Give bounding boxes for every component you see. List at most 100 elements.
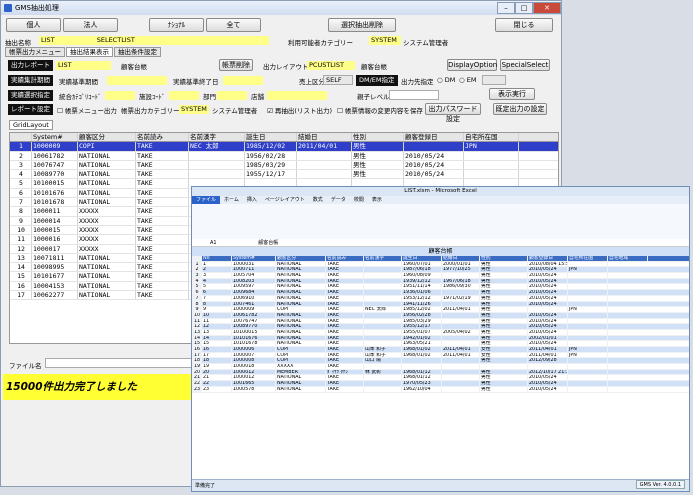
grid-cell[interactable] <box>464 170 519 179</box>
sheet-cell[interactable]: 男性 <box>480 324 528 329</box>
grid-cell[interactable]: TAKE <box>136 281 189 291</box>
sheet-cell[interactable]: 1000031 <box>232 261 276 267</box>
grid-cell[interactable]: XXXXX <box>78 235 136 244</box>
sheet-cell[interactable] <box>364 312 402 318</box>
grid-cell[interactable]: XXXXX <box>78 216 136 225</box>
sheet-cell[interactable]: NATIONAL <box>276 324 326 329</box>
grid-cell[interactable]: 17 <box>10 291 32 300</box>
sheet-cell[interactable]: TAKE <box>326 307 364 312</box>
sheet-cell[interactable]: 1986/09/30 <box>442 284 480 290</box>
sheet-cell[interactable] <box>442 369 480 375</box>
sheet-cell[interactable]: 10101678 <box>232 341 276 346</box>
grid-cell[interactable]: 男性 <box>352 142 404 151</box>
sheet-cell[interactable]: NATIONAL <box>276 381 326 386</box>
sheet-cell[interactable]: 6 <box>202 290 232 295</box>
sheet-cell[interactable]: 4 <box>192 278 202 284</box>
sheet-cell[interactable]: 18 <box>192 358 202 364</box>
table-row[interactable]: 3 10076747 NATIONAL TAKE 1985/03/29 男性 2010/05… <box>10 160 558 171</box>
sheet-cell[interactable]: NATIONAL <box>276 375 326 381</box>
maximize-button[interactable]: □ <box>515 2 533 14</box>
sheet-cell[interactable]: 13 <box>192 329 202 335</box>
table-row[interactable]: 1 1000009 COPI TAKE NEC 太郎 1985/12/02 2011/04/… <box>10 142 558 152</box>
sheet-cell[interactable]: 11 <box>192 318 202 324</box>
excel-tab[interactable]: 挿入 <box>243 196 261 204</box>
formula-content[interactable]: 顧客台帳 <box>218 240 278 246</box>
grid-layout-tab[interactable]: GridLayout <box>9 120 53 130</box>
grid-cell[interactable]: 2010/05/24 <box>404 160 464 170</box>
display-option-button[interactable]: DisplayOption <box>447 59 497 71</box>
close-window-button[interactable]: ✕ <box>533 2 561 14</box>
grid-cell[interactable]: 1000016 <box>32 235 78 244</box>
sheet-cell[interactable]: 2011/04/01 <box>528 352 568 358</box>
taskbar-button[interactable]: GMS Ver. 4.0.0.1 <box>635 480 685 489</box>
sheet-cell[interactable]: 5 <box>192 284 202 290</box>
personal-button[interactable]: 個人 <box>6 18 61 32</box>
grid-cell[interactable]: 10076747 <box>32 160 78 170</box>
sheet-cell[interactable]: TAKE <box>326 364 364 369</box>
table-row[interactable]: 4 10089770 NATIONAL TAKE 1955/12/17 男性 2010/05… <box>10 170 558 180</box>
excel-tab[interactable]: データ <box>327 196 350 204</box>
sheet-cell[interactable]: NATIONAL <box>276 267 326 273</box>
sheet-cell[interactable]: 1005704 <box>232 273 276 278</box>
sheet-cell[interactable] <box>442 341 480 346</box>
sheet-cell[interactable] <box>364 267 402 273</box>
sheet-cell[interactable]: 2010/05/24 <box>528 381 568 386</box>
grid-cell[interactable] <box>189 160 245 170</box>
sheet-cell[interactable]: 5 <box>202 284 232 290</box>
grid-cell[interactable]: TAKE <box>136 235 189 244</box>
sheet-cell[interactable]: 12 <box>192 324 202 329</box>
sheet-cell[interactable]: 1000012 <box>232 369 276 375</box>
sheet-cell[interactable] <box>364 375 402 381</box>
sheet-cell[interactable]: 14 <box>202 335 232 341</box>
sheet-cell[interactable]: 1960/08/09 <box>402 273 442 278</box>
grid-cell[interactable]: TAKE <box>136 225 189 235</box>
grid-cell[interactable]: 1 <box>10 142 32 151</box>
grid-cell[interactable]: 14 <box>10 263 32 272</box>
sheet-cell[interactable]: TAKE <box>326 290 364 295</box>
sheet-cell[interactable]: 6 <box>192 290 202 295</box>
sheet-cell[interactable]: 1967/06/18 <box>442 278 480 284</box>
sheet-cell[interactable]: 1968/01/12 <box>402 369 442 375</box>
sheet-cell[interactable] <box>568 386 608 392</box>
sheet-cell[interactable]: NATIONAL <box>276 301 326 307</box>
excel-tab[interactable]: 表示 <box>368 196 386 204</box>
sheet-cell[interactable]: 3 <box>202 273 232 278</box>
sheet-cell[interactable] <box>568 335 608 341</box>
grid-cell[interactable]: 9 <box>10 216 32 225</box>
sheet-cell[interactable]: NATIONAL <box>276 312 326 318</box>
sheet-cell[interactable] <box>364 261 402 267</box>
sheet-cell[interactable] <box>364 290 402 295</box>
sheet-cell[interactable]: MEMBER <box>276 369 326 375</box>
dm-radio[interactable]: ○ DM <box>437 76 455 84</box>
sheet-cell[interactable]: 1968/01/12 <box>402 375 442 381</box>
sheet-cell[interactable]: 23 <box>192 386 202 392</box>
grid-cell[interactable] <box>297 151 352 160</box>
sheet-cell[interactable]: 林 武彰 <box>364 369 402 375</box>
sheet-cell[interactable] <box>568 301 608 307</box>
sheet-cell[interactable] <box>364 335 402 341</box>
sheet-cell[interactable]: 1963/05/21 <box>402 341 442 346</box>
sheet-cell[interactable] <box>364 295 402 301</box>
sheet-cell[interactable]: 2010/05/24 <box>528 267 568 273</box>
sheet-cell[interactable] <box>364 284 402 290</box>
sheet-cell[interactable]: 1000006 <box>232 347 276 352</box>
grid-cell[interactable]: 2010/05/24 <box>404 170 464 179</box>
sheet-cell[interactable]: 2011/04/01 <box>528 347 568 352</box>
sheet-cell[interactable]: 22 <box>192 381 202 386</box>
grid-cell[interactable]: TAKE <box>136 160 189 170</box>
sheet-cell[interactable] <box>568 318 608 324</box>
sheet-cell[interactable]: 1000018 <box>232 364 276 369</box>
grid-cell[interactable]: 6 <box>10 188 32 198</box>
excel-tab[interactable]: ページレイアウト <box>261 196 309 204</box>
sheet-cell[interactable]: TAKE <box>326 352 364 358</box>
excel-tab[interactable]: ファイル <box>192 196 221 204</box>
sheet-cell[interactable]: COPI <box>276 307 326 312</box>
sheet-cell[interactable]: 2010/05/24 <box>528 278 568 284</box>
sheet-cell[interactable]: 2010/05/24 <box>528 284 568 290</box>
sheet-cell[interactable]: 16 <box>202 347 232 352</box>
sheet-cell[interactable]: 19 <box>192 364 202 369</box>
sheet-cell[interactable]: 男性 <box>480 290 528 295</box>
grid-cell[interactable] <box>464 160 519 170</box>
sheet-cell[interactable]: 1000008 <box>232 358 276 364</box>
tab-report-menu[interactable]: 帳票出力メニュー <box>5 47 65 57</box>
